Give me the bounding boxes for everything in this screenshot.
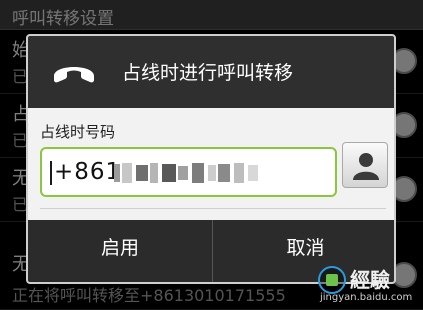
divider bbox=[40, 208, 386, 209]
watermark-url: jingyan.baidu.com bbox=[320, 292, 413, 303]
forward-number-value: +861 bbox=[54, 159, 122, 185]
baidu-jingyan-logo-icon bbox=[318, 266, 346, 294]
text-caret bbox=[50, 161, 52, 185]
contact-person-icon bbox=[353, 153, 379, 180]
watermark-brand: 經驗 bbox=[350, 268, 390, 292]
redacted-digits bbox=[114, 163, 258, 183]
phone-handset-icon bbox=[54, 67, 94, 83]
dialog-title: 占线时进行呼叫转移 bbox=[122, 62, 294, 84]
dialog-title-bar: 占线时进行呼叫转移 bbox=[28, 36, 394, 108]
call-forward-dialog: 占线时进行呼叫转移 占线时号码 +861 启用 取消 bbox=[26, 34, 396, 284]
pick-contact-button[interactable] bbox=[342, 142, 388, 188]
enable-button[interactable]: 启用 bbox=[28, 220, 213, 282]
forward-number-input[interactable]: +861 bbox=[40, 147, 337, 197]
watermark: 經驗 jingyan.baidu.com bbox=[316, 262, 416, 306]
number-field-label: 占线时号码 bbox=[40, 123, 116, 141]
